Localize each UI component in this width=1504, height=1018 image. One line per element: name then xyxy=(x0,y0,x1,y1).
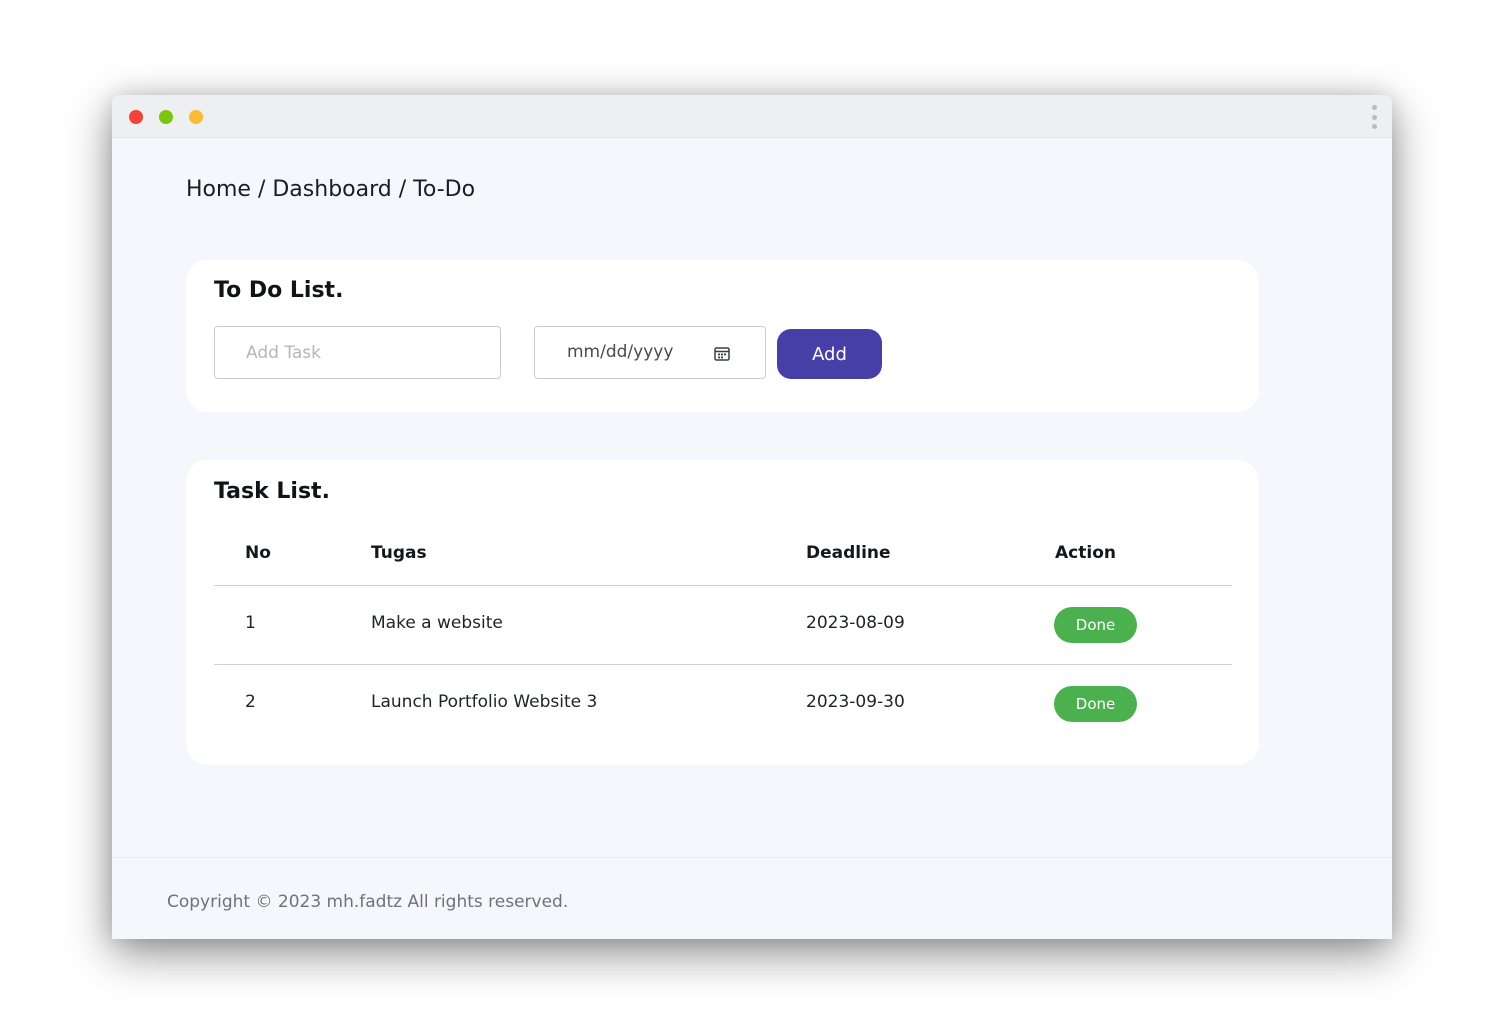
minimize-icon[interactable] xyxy=(159,110,173,124)
breadcrumb: Home / Dashboard / To-Do xyxy=(186,177,476,202)
add-task-input[interactable] xyxy=(214,326,501,379)
task-number: 1 xyxy=(245,613,256,633)
done-button[interactable]: Done xyxy=(1054,686,1137,722)
task-list-card: Task List. No Tugas Deadline Action 1 Ma… xyxy=(186,460,1259,765)
column-header-task: Tugas xyxy=(371,543,427,563)
column-header-no: No xyxy=(245,543,271,563)
date-placeholder: mm/dd/yyyy xyxy=(567,342,674,362)
task-name: Make a website xyxy=(371,613,503,633)
add-button[interactable]: Add xyxy=(777,329,882,379)
table-row: 2 Launch Portfolio Website 3 2023-09-30 … xyxy=(214,665,1232,743)
deadline-date-input[interactable]: mm/dd/yyyy xyxy=(534,326,766,379)
done-button[interactable]: Done xyxy=(1054,607,1137,643)
todo-card-title: To Do List. xyxy=(214,278,344,303)
task-name: Launch Portfolio Website 3 xyxy=(371,692,598,712)
task-list-title: Task List. xyxy=(214,479,330,504)
maximize-icon[interactable] xyxy=(189,110,203,124)
task-deadline: 2023-08-09 xyxy=(806,613,905,633)
table-row: 1 Make a website 2023-08-09 Done xyxy=(214,586,1232,665)
kebab-menu-icon[interactable] xyxy=(1370,105,1378,129)
close-icon[interactable] xyxy=(129,110,143,124)
column-header-deadline: Deadline xyxy=(806,543,891,563)
column-header-action: Action xyxy=(1055,543,1116,563)
task-number: 2 xyxy=(245,692,256,712)
footer-divider xyxy=(112,857,1392,858)
todo-card: To Do List. mm/dd/yyyy Add xyxy=(186,260,1259,412)
task-table: No Tugas Deadline Action 1 Make a websit… xyxy=(214,538,1232,743)
browser-window: Home / Dashboard / To-Do To Do List. mm/… xyxy=(112,95,1392,939)
task-deadline: 2023-09-30 xyxy=(806,692,905,712)
calendar-icon[interactable] xyxy=(714,346,730,361)
footer-copyright: Copyright © 2023 mh.fadtz All rights res… xyxy=(167,892,569,912)
window-titlebar xyxy=(112,95,1392,138)
table-header: No Tugas Deadline Action xyxy=(214,538,1232,586)
